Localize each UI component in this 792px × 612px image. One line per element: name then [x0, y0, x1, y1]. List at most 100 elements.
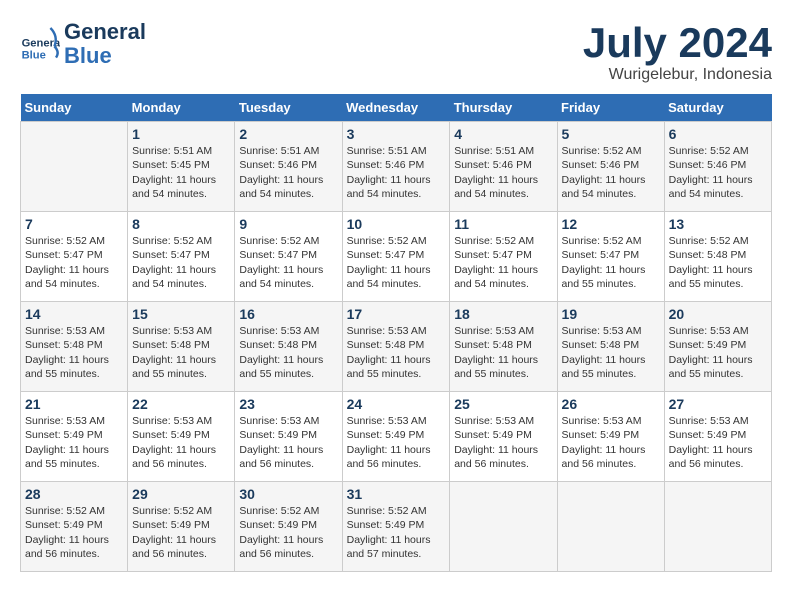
day-number: 31: [347, 486, 446, 502]
day-number: 26: [562, 396, 660, 412]
day-number: 12: [562, 216, 660, 232]
calendar-cell: 12 Sunrise: 5:52 AM Sunset: 5:47 PM Dayli…: [557, 212, 664, 302]
calendar-cell: 14Sunrise: 5:53 AM Sunset: 5:48 PM Dayli…: [21, 302, 128, 392]
calendar-cell: [21, 122, 128, 212]
weekday-header-thursday: Thursday: [450, 94, 557, 122]
day-info: Sunrise: 5:53 AM Sunset: 5:49 PM Dayligh…: [454, 414, 552, 471]
day-info: Sunrise: 5:53 AM Sunset: 5:49 PM Dayligh…: [239, 414, 337, 471]
day-info: Sunrise: 5:53 AM Sunset: 5:48 PM Dayligh…: [239, 324, 337, 381]
day-info: Sunrise: 5:52 AM Sunset: 5:47 PM Dayligh…: [239, 234, 337, 291]
day-number: 4: [454, 126, 552, 142]
calendar-cell: 24Sunrise: 5:53 AM Sunset: 5:49 PM Dayli…: [342, 392, 450, 482]
day-info: Sunrise: 5:53 AM Sunset: 5:49 PM Dayligh…: [562, 414, 660, 471]
calendar-cell: 11 Sunrise: 5:52 AM Sunset: 5:47 PM Dayli…: [450, 212, 557, 302]
day-number: 18: [454, 306, 552, 322]
day-info: Sunrise: 5:53 AM Sunset: 5:48 PM Dayligh…: [132, 324, 230, 381]
day-number: 27: [669, 396, 767, 412]
day-number: 5: [562, 126, 660, 142]
day-number: 19: [562, 306, 660, 322]
day-info: Sunrise: 5:51 AM Sunset: 5:45 PM Dayligh…: [132, 144, 230, 201]
weekday-header-wednesday: Wednesday: [342, 94, 450, 122]
calendar-cell: 28Sunrise: 5:52 AM Sunset: 5:49 PM Dayli…: [21, 482, 128, 572]
calendar-cell: 29 Sunrise: 5:52 AM Sunset: 5:49 PM Dayli…: [128, 482, 235, 572]
day-number: 13: [669, 216, 767, 232]
weekday-header-sunday: Sunday: [21, 94, 128, 122]
day-info: Sunrise: 5:52 AM Sunset: 5:49 PM Dayligh…: [347, 504, 446, 561]
calendar-cell: 15 Sunrise: 5:53 AM Sunset: 5:48 PM Dayli…: [128, 302, 235, 392]
day-number: 8: [132, 216, 230, 232]
header: General Blue General Blue July 2024 Wuri…: [20, 20, 772, 84]
logo-line2: Blue: [64, 44, 146, 68]
logo-text: General Blue: [64, 20, 146, 68]
calendar-cell: 16 Sunrise: 5:53 AM Sunset: 5:48 PM Dayli…: [235, 302, 342, 392]
day-number: 29: [132, 486, 230, 502]
day-number: 22: [132, 396, 230, 412]
calendar-cell: 18 Sunrise: 5:53 AM Sunset: 5:48 PM Dayli…: [450, 302, 557, 392]
calendar-cell: 17Sunrise: 5:53 AM Sunset: 5:48 PM Dayli…: [342, 302, 450, 392]
logo-line1: General: [64, 20, 146, 44]
day-number: 7: [25, 216, 123, 232]
logo-icon: General Blue: [20, 24, 60, 64]
calendar-week-3: 14Sunrise: 5:53 AM Sunset: 5:48 PM Dayli…: [21, 302, 772, 392]
day-info: Sunrise: 5:52 AM Sunset: 5:46 PM Dayligh…: [562, 144, 660, 201]
day-number: 2: [239, 126, 337, 142]
weekday-header-row: SundayMondayTuesdayWednesdayThursdayFrid…: [21, 94, 772, 122]
location-title: Wurigelebur, Indonesia: [583, 66, 772, 84]
day-info: Sunrise: 5:53 AM Sunset: 5:48 PM Dayligh…: [454, 324, 552, 381]
calendar-cell: 1 Sunrise: 5:51 AM Sunset: 5:45 PM Daylig…: [128, 122, 235, 212]
day-info: Sunrise: 5:52 AM Sunset: 5:47 PM Dayligh…: [454, 234, 552, 291]
calendar-cell: 2 Sunrise: 5:51 AM Sunset: 5:46 PM Daylig…: [235, 122, 342, 212]
calendar-cell: 4 Sunrise: 5:51 AM Sunset: 5:46 PM Daylig…: [450, 122, 557, 212]
calendar-cell: 22 Sunrise: 5:53 AM Sunset: 5:49 PM Dayli…: [128, 392, 235, 482]
calendar-cell: 10 Sunrise: 5:52 AM Sunset: 5:47 PM Dayli…: [342, 212, 450, 302]
day-number: 16: [239, 306, 337, 322]
calendar-cell: 31 Sunrise: 5:52 AM Sunset: 5:49 PM Dayli…: [342, 482, 450, 572]
day-info: Sunrise: 5:52 AM Sunset: 5:47 PM Dayligh…: [25, 234, 123, 291]
weekday-header-friday: Friday: [557, 94, 664, 122]
weekday-header-saturday: Saturday: [664, 94, 771, 122]
day-info: Sunrise: 5:51 AM Sunset: 5:46 PM Dayligh…: [347, 144, 446, 201]
day-info: Sunrise: 5:51 AM Sunset: 5:46 PM Dayligh…: [454, 144, 552, 201]
calendar-table: SundayMondayTuesdayWednesdayThursdayFrid…: [20, 94, 772, 572]
calendar-cell: 5 Sunrise: 5:52 AM Sunset: 5:46 PM Daylig…: [557, 122, 664, 212]
title-area: July 2024 Wurigelebur, Indonesia: [583, 20, 772, 84]
calendar-cell: 27 Sunrise: 5:53 AM Sunset: 5:49 PM Dayli…: [664, 392, 771, 482]
day-info: Sunrise: 5:52 AM Sunset: 5:48 PM Dayligh…: [669, 234, 767, 291]
day-info: Sunrise: 5:52 AM Sunset: 5:49 PM Dayligh…: [239, 504, 337, 561]
day-info: Sunrise: 5:53 AM Sunset: 5:49 PM Dayligh…: [25, 414, 123, 471]
weekday-header-tuesday: Tuesday: [235, 94, 342, 122]
calendar-cell: [450, 482, 557, 572]
day-number: 20: [669, 306, 767, 322]
day-number: 30: [239, 486, 337, 502]
calendar-cell: 30 Sunrise: 5:52 AM Sunset: 5:49 PM Dayli…: [235, 482, 342, 572]
calendar-cell: 21Sunrise: 5:53 AM Sunset: 5:49 PM Dayli…: [21, 392, 128, 482]
day-info: Sunrise: 5:53 AM Sunset: 5:49 PM Dayligh…: [669, 414, 767, 471]
calendar-cell: 25 Sunrise: 5:53 AM Sunset: 5:49 PM Dayli…: [450, 392, 557, 482]
calendar-week-1: 1 Sunrise: 5:51 AM Sunset: 5:45 PM Daylig…: [21, 122, 772, 212]
day-info: Sunrise: 5:51 AM Sunset: 5:46 PM Dayligh…: [239, 144, 337, 201]
svg-text:Blue: Blue: [22, 50, 46, 62]
day-number: 15: [132, 306, 230, 322]
calendar-cell: [664, 482, 771, 572]
day-info: Sunrise: 5:52 AM Sunset: 5:47 PM Dayligh…: [347, 234, 446, 291]
day-number: 25: [454, 396, 552, 412]
calendar-cell: [557, 482, 664, 572]
day-number: 10: [347, 216, 446, 232]
day-number: 1: [132, 126, 230, 142]
day-info: Sunrise: 5:52 AM Sunset: 5:47 PM Dayligh…: [132, 234, 230, 291]
day-number: 11: [454, 216, 552, 232]
calendar-cell: 19 Sunrise: 5:53 AM Sunset: 5:48 PM Dayli…: [557, 302, 664, 392]
day-info: Sunrise: 5:52 AM Sunset: 5:49 PM Dayligh…: [132, 504, 230, 561]
calendar-cell: 13 Sunrise: 5:52 AM Sunset: 5:48 PM Dayli…: [664, 212, 771, 302]
day-info: Sunrise: 5:53 AM Sunset: 5:49 PM Dayligh…: [132, 414, 230, 471]
day-info: Sunrise: 5:53 AM Sunset: 5:48 PM Dayligh…: [562, 324, 660, 381]
day-info: Sunrise: 5:52 AM Sunset: 5:49 PM Dayligh…: [25, 504, 123, 561]
weekday-header-monday: Monday: [128, 94, 235, 122]
calendar-cell: 20Sunrise: 5:53 AM Sunset: 5:49 PM Dayli…: [664, 302, 771, 392]
calendar-week-5: 28Sunrise: 5:52 AM Sunset: 5:49 PM Dayli…: [21, 482, 772, 572]
calendar-cell: 26 Sunrise: 5:53 AM Sunset: 5:49 PM Dayli…: [557, 392, 664, 482]
day-info: Sunrise: 5:52 AM Sunset: 5:47 PM Dayligh…: [562, 234, 660, 291]
day-number: 24: [347, 396, 446, 412]
month-title: July 2024: [583, 20, 772, 66]
calendar-week-2: 7 Sunrise: 5:52 AM Sunset: 5:47 PM Daylig…: [21, 212, 772, 302]
